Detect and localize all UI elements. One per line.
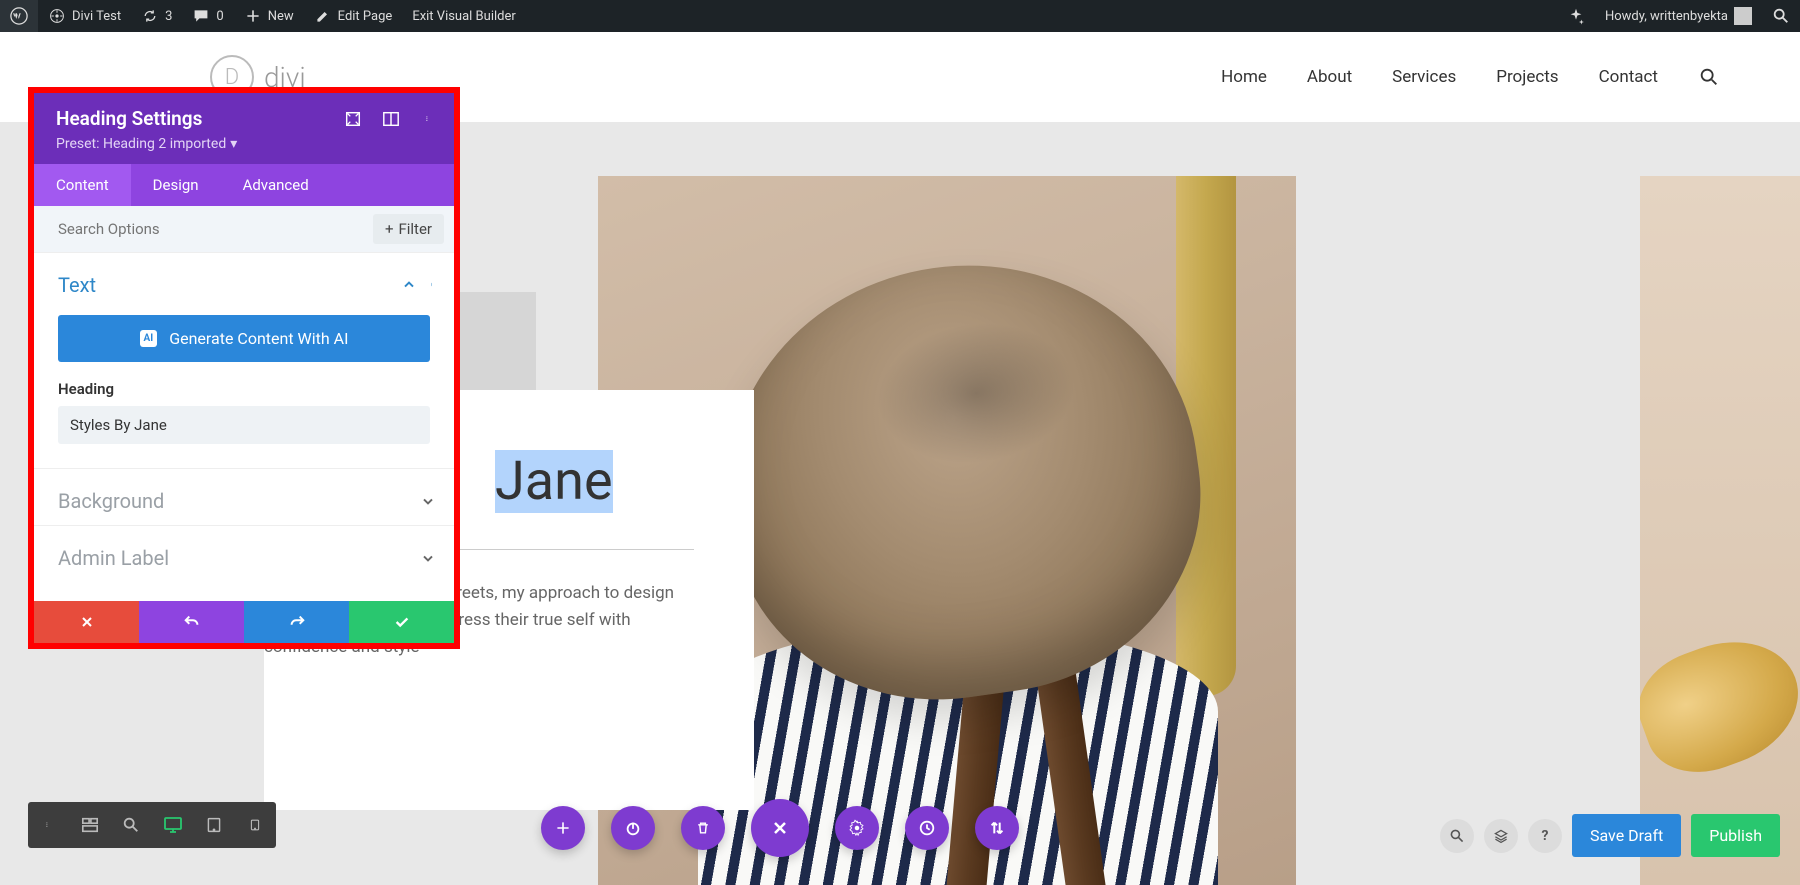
layers-button[interactable] bbox=[1484, 819, 1518, 853]
section-background[interactable]: Background bbox=[34, 469, 454, 525]
generate-label: Generate Content With AI bbox=[169, 329, 348, 348]
help-button[interactable]: ? bbox=[1528, 819, 1562, 853]
exit-vb-label: Exit Visual Builder bbox=[412, 9, 515, 24]
exit-vb-link[interactable]: Exit Visual Builder bbox=[402, 0, 525, 32]
section-admin-label-title: Admin Label bbox=[58, 546, 169, 570]
more-icon[interactable] bbox=[420, 110, 438, 128]
chevron-down-icon bbox=[420, 493, 436, 509]
nav-services[interactable]: Services bbox=[1392, 67, 1456, 87]
section-admin-label[interactable]: Admin Label bbox=[34, 526, 454, 582]
edit-page-link[interactable]: Edit Page bbox=[304, 0, 403, 32]
snap-icon[interactable] bbox=[382, 110, 400, 128]
nav-home[interactable]: Home bbox=[1221, 67, 1267, 87]
filter-label: Filter bbox=[398, 220, 432, 238]
site-name-link[interactable]: Divi Test bbox=[38, 0, 131, 32]
plus-icon bbox=[244, 7, 262, 25]
add-button[interactable] bbox=[541, 806, 585, 850]
generate-ai-button[interactable]: AI Generate Content With AI bbox=[58, 315, 430, 362]
pencil-icon bbox=[314, 7, 332, 25]
trash-button[interactable] bbox=[681, 806, 725, 850]
hero-image-right bbox=[1640, 176, 1800, 885]
power-button[interactable] bbox=[611, 806, 655, 850]
panel-footer bbox=[34, 601, 454, 643]
title-selected: Jane bbox=[495, 450, 613, 513]
filter-button[interactable]: + Filter bbox=[373, 214, 444, 244]
history-button[interactable] bbox=[905, 806, 949, 850]
undo-button[interactable] bbox=[139, 601, 244, 643]
new-link[interactable]: New bbox=[234, 0, 304, 32]
nav-contact[interactable]: Contact bbox=[1599, 67, 1658, 87]
preset-label: Preset: Heading 2 imported bbox=[56, 136, 226, 152]
sparkle-icon bbox=[1567, 7, 1585, 25]
panel-header: Heading Settings Preset: Heading 2 impor… bbox=[34, 93, 454, 164]
updates-count: 3 bbox=[165, 9, 172, 24]
device-bar bbox=[28, 802, 276, 848]
panel-title: Heading Settings bbox=[56, 107, 202, 130]
heading-label: Heading bbox=[34, 380, 454, 406]
preset-selector[interactable]: Preset: Heading 2 imported ▾ bbox=[56, 136, 438, 152]
nav-search[interactable] bbox=[1698, 66, 1720, 88]
more-icon[interactable] bbox=[431, 277, 436, 293]
redo-button[interactable] bbox=[244, 601, 349, 643]
find-button[interactable] bbox=[1440, 819, 1474, 853]
nav-projects[interactable]: Projects bbox=[1496, 67, 1558, 87]
comments-count: 0 bbox=[216, 9, 223, 24]
action-toolbar bbox=[541, 799, 1019, 857]
comment-icon bbox=[192, 7, 210, 25]
zoom-button[interactable] bbox=[111, 802, 151, 848]
settings-button[interactable] bbox=[835, 806, 879, 850]
updates-link[interactable]: 3 bbox=[131, 0, 182, 32]
wp-admin-bar: Divi Test 3 0 New Edit Page bbox=[0, 0, 1800, 32]
howdy-text: Howdy, writtenbyekta bbox=[1605, 9, 1728, 24]
wordpress-icon bbox=[10, 7, 28, 25]
main-nav: Home About Services Projects Contact bbox=[1221, 66, 1720, 88]
sort-button[interactable] bbox=[975, 806, 1019, 850]
save-draft-button[interactable]: Save Draft bbox=[1572, 814, 1681, 857]
gold-bracelet bbox=[1640, 621, 1800, 788]
phone-button[interactable] bbox=[235, 802, 275, 848]
wireframe-button[interactable] bbox=[70, 802, 110, 848]
ai-sparkle[interactable] bbox=[1557, 0, 1595, 32]
chevron-up-icon bbox=[401, 277, 417, 293]
refresh-icon bbox=[141, 7, 159, 25]
site-name: Divi Test bbox=[72, 9, 121, 24]
close-builder-button[interactable] bbox=[751, 799, 809, 857]
panel-tabs: Content Design Advanced bbox=[34, 164, 454, 206]
section-background-title: Background bbox=[58, 489, 164, 513]
section-text[interactable]: Text bbox=[34, 253, 454, 309]
dashboard-icon bbox=[48, 7, 66, 25]
panel-search-row: + Filter bbox=[34, 206, 454, 253]
tab-design[interactable]: Design bbox=[131, 164, 221, 206]
avatar bbox=[1734, 7, 1752, 25]
expand-icon[interactable] bbox=[344, 110, 362, 128]
cancel-button[interactable] bbox=[34, 601, 139, 643]
desktop-button[interactable] bbox=[153, 802, 193, 848]
howdy-link[interactable]: Howdy, writtenbyekta bbox=[1595, 0, 1762, 32]
admin-search[interactable] bbox=[1762, 0, 1800, 32]
save-button[interactable] bbox=[349, 601, 454, 643]
tablet-button[interactable] bbox=[194, 802, 234, 848]
chevron-down-icon bbox=[420, 550, 436, 566]
plus-icon: + bbox=[385, 220, 394, 238]
ai-badge-icon: AI bbox=[140, 330, 158, 347]
comments-link[interactable]: 0 bbox=[182, 0, 233, 32]
nav-about[interactable]: About bbox=[1307, 67, 1352, 87]
tab-content[interactable]: Content bbox=[34, 164, 131, 206]
wp-logo[interactable] bbox=[0, 0, 38, 32]
search-icon bbox=[1772, 7, 1790, 25]
tab-advanced[interactable]: Advanced bbox=[221, 164, 331, 206]
panel-body: Text AI Generate Content With AI Heading… bbox=[34, 253, 454, 601]
more-options[interactable] bbox=[29, 802, 69, 848]
new-label: New bbox=[268, 9, 294, 24]
heading-input[interactable] bbox=[58, 406, 430, 444]
heading-settings-panel: Heading Settings Preset: Heading 2 impor… bbox=[28, 87, 460, 649]
publish-button[interactable]: Publish bbox=[1691, 814, 1780, 857]
bottom-right-bar: ? Save Draft Publish bbox=[1440, 814, 1780, 857]
section-text-title: Text bbox=[58, 273, 96, 297]
edit-page-label: Edit Page bbox=[338, 9, 393, 24]
search-input[interactable] bbox=[34, 206, 373, 252]
dropdown-icon: ▾ bbox=[230, 136, 237, 152]
